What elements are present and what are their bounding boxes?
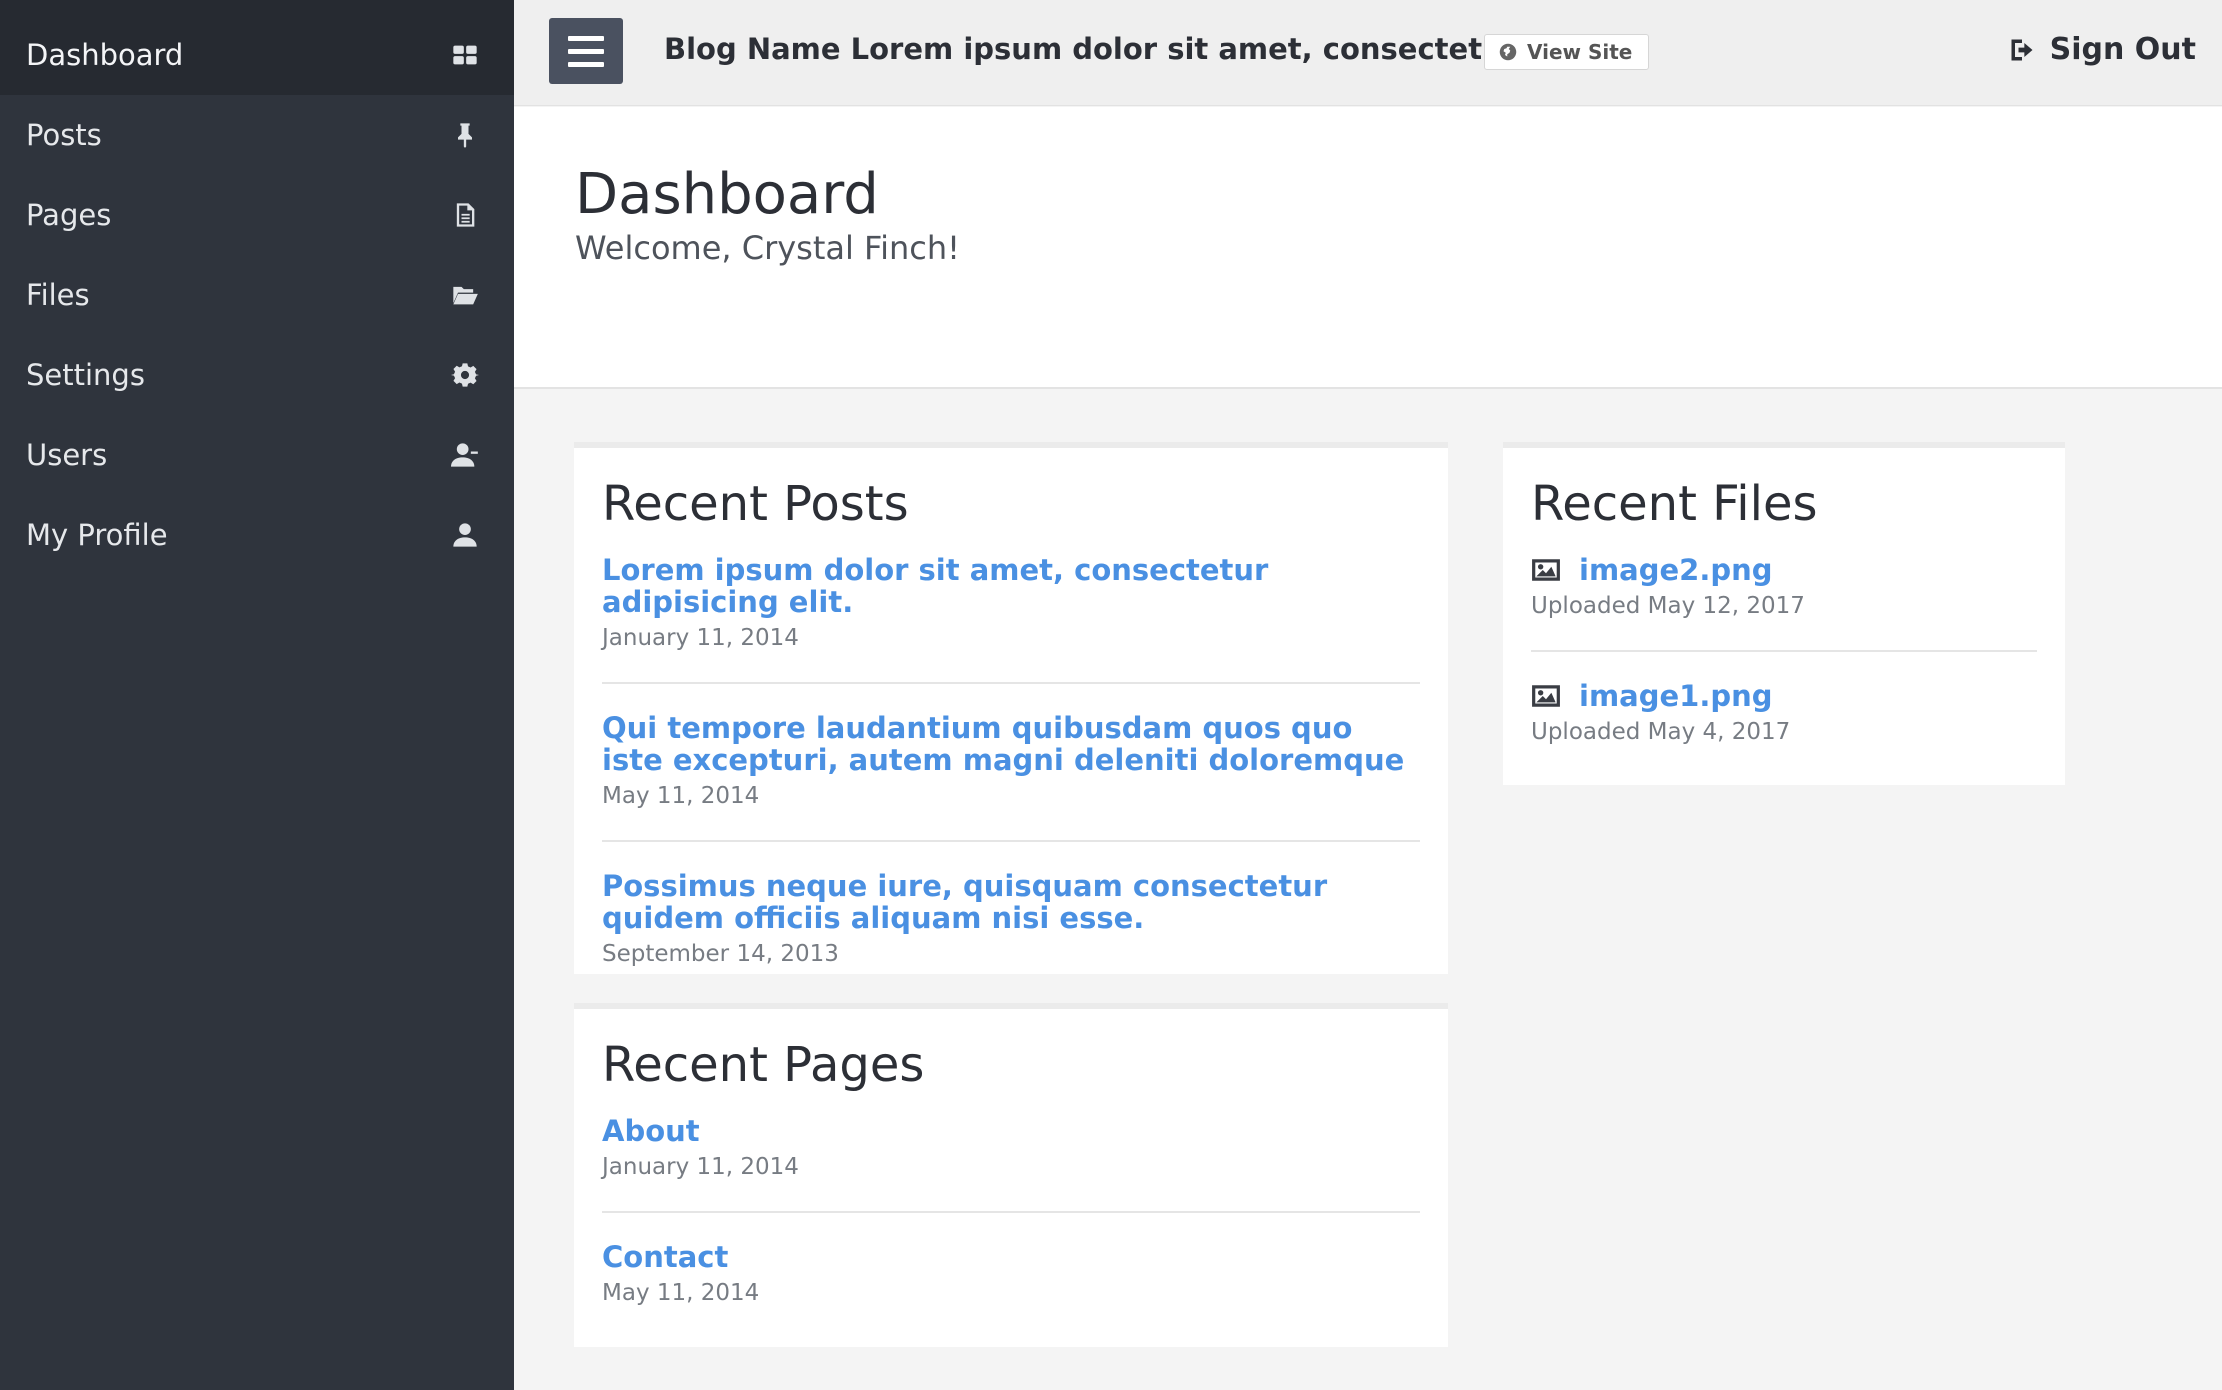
globe-icon — [1499, 43, 1517, 61]
post-link[interactable]: Possimus neque iure, quisquam consectetu… — [602, 870, 1420, 934]
sidebar-item-label: Dashboard — [26, 38, 184, 72]
sidebar-item-label: Settings — [26, 358, 145, 392]
page-date: January 11, 2014 — [602, 1154, 799, 1180]
list-item: image1.png Uploaded May 4, 2017 — [1531, 680, 2037, 776]
topbar: Blog Name Lorem ipsum dolor sit amet, co… — [514, 0, 2222, 106]
list-item: About January 11, 2014 — [602, 1115, 1420, 1213]
file-link[interactable]: image1.png — [1579, 680, 1773, 712]
list-item: Contact May 11, 2014 — [602, 1241, 1420, 1337]
sign-out-button[interactable]: Sign Out — [2008, 32, 2196, 67]
sidebar-item-label: Posts — [26, 118, 102, 152]
recent-pages-title: Recent Pages — [602, 1037, 925, 1093]
dashboard-grid-icon — [450, 40, 480, 70]
sidebar-item-label: My Profile — [26, 518, 168, 552]
sidebar-item-files[interactable]: Files — [0, 255, 514, 335]
sidebar-item-label: Files — [26, 278, 90, 312]
image-file-icon — [1531, 557, 1561, 583]
page-link[interactable]: Contact — [602, 1241, 1420, 1273]
file-row: image2.png — [1531, 554, 2037, 586]
recent-files-title: Recent Files — [1531, 476, 1818, 532]
post-link[interactable]: Qui tempore laudantium quibusdam quos qu… — [602, 712, 1420, 776]
welcome-message: Welcome, Crystal Finch! — [575, 229, 960, 267]
image-file-icon — [1531, 683, 1561, 709]
file-link[interactable]: image2.png — [1579, 554, 1773, 586]
post-date: September 14, 2013 — [602, 941, 839, 967]
sign-out-icon — [2008, 36, 2036, 64]
hamburger-icon-bar — [568, 61, 604, 67]
gear-icon — [450, 360, 480, 390]
recent-files-card: Recent Files image2.png Uploaded May 12,… — [1503, 442, 2065, 785]
sidebar-item-users[interactable]: Users — [0, 415, 514, 495]
menu-toggle-button[interactable] — [549, 18, 623, 84]
post-date: May 11, 2014 — [602, 783, 760, 809]
pin-icon — [450, 120, 480, 150]
recent-posts-card: Recent Posts Lorem ipsum dolor sit amet,… — [574, 442, 1448, 974]
folder-open-icon — [450, 280, 480, 310]
page-header: Dashboard Welcome, Crystal Finch! — [514, 107, 2222, 389]
file-upload-date: Uploaded May 12, 2017 — [1531, 593, 1805, 619]
view-site-label: View Site — [1527, 40, 1633, 64]
sidebar-item-label: Users — [26, 438, 108, 472]
sidebar: Dashboard Posts Pages Files Settings Use… — [0, 0, 514, 1390]
page-link[interactable]: About — [602, 1115, 1420, 1147]
post-date: January 11, 2014 — [602, 625, 799, 651]
list-item: image2.png Uploaded May 12, 2017 — [1531, 554, 2037, 652]
page-title: Dashboard — [575, 162, 879, 227]
list-item: Qui tempore laudantium quibusdam quos qu… — [602, 712, 1420, 842]
view-site-button[interactable]: View Site — [1484, 34, 1650, 70]
sidebar-nav: Dashboard Posts Pages Files Settings Use… — [0, 15, 514, 575]
post-link[interactable]: Lorem ipsum dolor sit amet, consectetur … — [602, 554, 1420, 618]
page-date: May 11, 2014 — [602, 1280, 760, 1306]
hamburger-icon-bar — [568, 48, 604, 54]
file-upload-date: Uploaded May 4, 2017 — [1531, 719, 1791, 745]
users-icon — [450, 440, 480, 470]
user-icon — [450, 520, 480, 550]
sign-out-label: Sign Out — [2049, 32, 2196, 67]
list-item: Possimus neque iure, quisquam consectetu… — [602, 870, 1420, 998]
document-icon — [450, 200, 480, 230]
recent-pages-card: Recent Pages About January 11, 2014 Cont… — [574, 1003, 1448, 1347]
sidebar-item-my-profile[interactable]: My Profile — [0, 495, 514, 575]
list-item: Lorem ipsum dolor sit amet, consectetur … — [602, 554, 1420, 684]
sidebar-item-pages[interactable]: Pages — [0, 175, 514, 255]
sidebar-item-label: Pages — [26, 198, 112, 232]
sidebar-item-posts[interactable]: Posts — [0, 95, 514, 175]
recent-posts-title: Recent Posts — [602, 476, 909, 532]
sidebar-item-dashboard[interactable]: Dashboard — [0, 15, 514, 95]
file-row: image1.png — [1531, 680, 2037, 712]
sidebar-item-settings[interactable]: Settings — [0, 335, 514, 415]
hamburger-icon-bar — [568, 35, 604, 41]
